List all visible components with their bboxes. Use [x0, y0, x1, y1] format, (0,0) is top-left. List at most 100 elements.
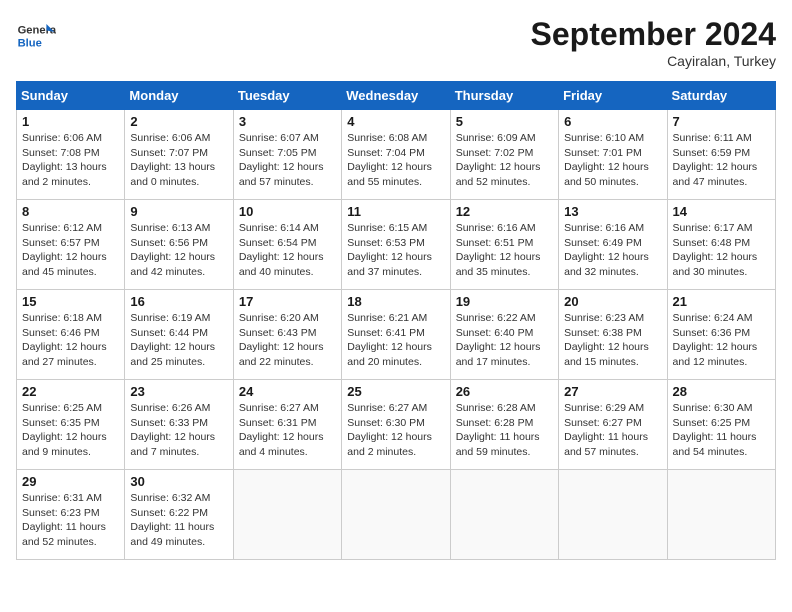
day-detail: Sunrise: 6:10 AM Sunset: 7:01 PM Dayligh… [564, 131, 661, 190]
svg-text:Blue: Blue [18, 37, 42, 49]
calendar-cell: 15 Sunrise: 6:18 AM Sunset: 6:46 PM Dayl… [17, 290, 125, 380]
calendar-cell: 7 Sunrise: 6:11 AM Sunset: 6:59 PM Dayli… [667, 110, 775, 200]
day-number: 19 [456, 294, 553, 309]
calendar-cell: 4 Sunrise: 6:08 AM Sunset: 7:04 PM Dayli… [342, 110, 450, 200]
day-detail: Sunrise: 6:23 AM Sunset: 6:38 PM Dayligh… [564, 311, 661, 370]
day-detail: Sunrise: 6:11 AM Sunset: 6:59 PM Dayligh… [673, 131, 770, 190]
day-number: 30 [130, 474, 227, 489]
day-number: 9 [130, 204, 227, 219]
day-header-wednesday: Wednesday [342, 82, 450, 110]
day-number: 26 [456, 384, 553, 399]
day-detail: Sunrise: 6:09 AM Sunset: 7:02 PM Dayligh… [456, 131, 553, 190]
day-detail: Sunrise: 6:16 AM Sunset: 6:49 PM Dayligh… [564, 221, 661, 280]
day-number: 12 [456, 204, 553, 219]
day-number: 22 [22, 384, 119, 399]
day-number: 13 [564, 204, 661, 219]
day-header-friday: Friday [559, 82, 667, 110]
calendar-table: SundayMondayTuesdayWednesdayThursdayFrid… [16, 81, 776, 560]
day-detail: Sunrise: 6:29 AM Sunset: 6:27 PM Dayligh… [564, 401, 661, 460]
calendar-cell: 18 Sunrise: 6:21 AM Sunset: 6:41 PM Dayl… [342, 290, 450, 380]
calendar-cell: 28 Sunrise: 6:30 AM Sunset: 6:25 PM Dayl… [667, 380, 775, 470]
day-number: 14 [673, 204, 770, 219]
calendar-cell: 19 Sunrise: 6:22 AM Sunset: 6:40 PM Dayl… [450, 290, 558, 380]
day-detail: Sunrise: 6:27 AM Sunset: 6:30 PM Dayligh… [347, 401, 444, 460]
calendar-cell: 30 Sunrise: 6:32 AM Sunset: 6:22 PM Dayl… [125, 470, 233, 560]
day-number: 24 [239, 384, 336, 399]
day-detail: Sunrise: 6:31 AM Sunset: 6:23 PM Dayligh… [22, 491, 119, 550]
day-number: 18 [347, 294, 444, 309]
day-detail: Sunrise: 6:08 AM Sunset: 7:04 PM Dayligh… [347, 131, 444, 190]
day-number: 23 [130, 384, 227, 399]
calendar-cell: 6 Sunrise: 6:10 AM Sunset: 7:01 PM Dayli… [559, 110, 667, 200]
day-detail: Sunrise: 6:15 AM Sunset: 6:53 PM Dayligh… [347, 221, 444, 280]
day-detail: Sunrise: 6:14 AM Sunset: 6:54 PM Dayligh… [239, 221, 336, 280]
calendar-cell [667, 470, 775, 560]
calendar-cell: 14 Sunrise: 6:17 AM Sunset: 6:48 PM Dayl… [667, 200, 775, 290]
calendar-cell: 9 Sunrise: 6:13 AM Sunset: 6:56 PM Dayli… [125, 200, 233, 290]
day-number: 16 [130, 294, 227, 309]
calendar-cell: 2 Sunrise: 6:06 AM Sunset: 7:07 PM Dayli… [125, 110, 233, 200]
day-detail: Sunrise: 6:28 AM Sunset: 6:28 PM Dayligh… [456, 401, 553, 460]
day-number: 29 [22, 474, 119, 489]
calendar-cell: 3 Sunrise: 6:07 AM Sunset: 7:05 PM Dayli… [233, 110, 341, 200]
day-detail: Sunrise: 6:17 AM Sunset: 6:48 PM Dayligh… [673, 221, 770, 280]
day-header-sunday: Sunday [17, 82, 125, 110]
title-block: September 2024 Cayiralan, Turkey [531, 16, 776, 69]
day-number: 15 [22, 294, 119, 309]
calendar-cell: 29 Sunrise: 6:31 AM Sunset: 6:23 PM Dayl… [17, 470, 125, 560]
day-number: 11 [347, 204, 444, 219]
day-number: 27 [564, 384, 661, 399]
day-detail: Sunrise: 6:22 AM Sunset: 6:40 PM Dayligh… [456, 311, 553, 370]
day-detail: Sunrise: 6:07 AM Sunset: 7:05 PM Dayligh… [239, 131, 336, 190]
day-detail: Sunrise: 6:21 AM Sunset: 6:41 PM Dayligh… [347, 311, 444, 370]
day-header-monday: Monday [125, 82, 233, 110]
day-detail: Sunrise: 6:20 AM Sunset: 6:43 PM Dayligh… [239, 311, 336, 370]
calendar-cell: 11 Sunrise: 6:15 AM Sunset: 6:53 PM Dayl… [342, 200, 450, 290]
day-header-tuesday: Tuesday [233, 82, 341, 110]
day-number: 3 [239, 114, 336, 129]
day-detail: Sunrise: 6:12 AM Sunset: 6:57 PM Dayligh… [22, 221, 119, 280]
calendar-cell: 27 Sunrise: 6:29 AM Sunset: 6:27 PM Dayl… [559, 380, 667, 470]
day-number: 25 [347, 384, 444, 399]
calendar-cell: 24 Sunrise: 6:27 AM Sunset: 6:31 PM Dayl… [233, 380, 341, 470]
day-number: 4 [347, 114, 444, 129]
calendar-cell: 12 Sunrise: 6:16 AM Sunset: 6:51 PM Dayl… [450, 200, 558, 290]
day-detail: Sunrise: 6:16 AM Sunset: 6:51 PM Dayligh… [456, 221, 553, 280]
calendar-cell: 17 Sunrise: 6:20 AM Sunset: 6:43 PM Dayl… [233, 290, 341, 380]
calendar-cell: 5 Sunrise: 6:09 AM Sunset: 7:02 PM Dayli… [450, 110, 558, 200]
day-number: 10 [239, 204, 336, 219]
calendar-cell: 26 Sunrise: 6:28 AM Sunset: 6:28 PM Dayl… [450, 380, 558, 470]
calendar-cell [233, 470, 341, 560]
day-number: 7 [673, 114, 770, 129]
calendar-cell: 21 Sunrise: 6:24 AM Sunset: 6:36 PM Dayl… [667, 290, 775, 380]
month-title: September 2024 [531, 16, 776, 53]
day-detail: Sunrise: 6:18 AM Sunset: 6:46 PM Dayligh… [22, 311, 119, 370]
calendar-cell: 23 Sunrise: 6:26 AM Sunset: 6:33 PM Dayl… [125, 380, 233, 470]
day-detail: Sunrise: 6:13 AM Sunset: 6:56 PM Dayligh… [130, 221, 227, 280]
calendar-cell: 10 Sunrise: 6:14 AM Sunset: 6:54 PM Dayl… [233, 200, 341, 290]
calendar-cell: 1 Sunrise: 6:06 AM Sunset: 7:08 PM Dayli… [17, 110, 125, 200]
page-header: General Blue September 2024 Cayiralan, T… [16, 16, 776, 69]
day-number: 28 [673, 384, 770, 399]
calendar-cell: 16 Sunrise: 6:19 AM Sunset: 6:44 PM Dayl… [125, 290, 233, 380]
day-detail: Sunrise: 6:06 AM Sunset: 7:08 PM Dayligh… [22, 131, 119, 190]
location-subtitle: Cayiralan, Turkey [531, 53, 776, 69]
day-number: 20 [564, 294, 661, 309]
day-detail: Sunrise: 6:32 AM Sunset: 6:22 PM Dayligh… [130, 491, 227, 550]
calendar-cell: 8 Sunrise: 6:12 AM Sunset: 6:57 PM Dayli… [17, 200, 125, 290]
day-number: 6 [564, 114, 661, 129]
calendar-cell [342, 470, 450, 560]
day-detail: Sunrise: 6:26 AM Sunset: 6:33 PM Dayligh… [130, 401, 227, 460]
calendar-cell [450, 470, 558, 560]
day-detail: Sunrise: 6:19 AM Sunset: 6:44 PM Dayligh… [130, 311, 227, 370]
day-number: 8 [22, 204, 119, 219]
calendar-cell: 13 Sunrise: 6:16 AM Sunset: 6:49 PM Dayl… [559, 200, 667, 290]
day-detail: Sunrise: 6:25 AM Sunset: 6:35 PM Dayligh… [22, 401, 119, 460]
calendar-cell: 22 Sunrise: 6:25 AM Sunset: 6:35 PM Dayl… [17, 380, 125, 470]
day-number: 1 [22, 114, 119, 129]
day-number: 21 [673, 294, 770, 309]
calendar-cell: 20 Sunrise: 6:23 AM Sunset: 6:38 PM Dayl… [559, 290, 667, 380]
day-number: 5 [456, 114, 553, 129]
day-detail: Sunrise: 6:30 AM Sunset: 6:25 PM Dayligh… [673, 401, 770, 460]
logo: General Blue [16, 16, 60, 56]
